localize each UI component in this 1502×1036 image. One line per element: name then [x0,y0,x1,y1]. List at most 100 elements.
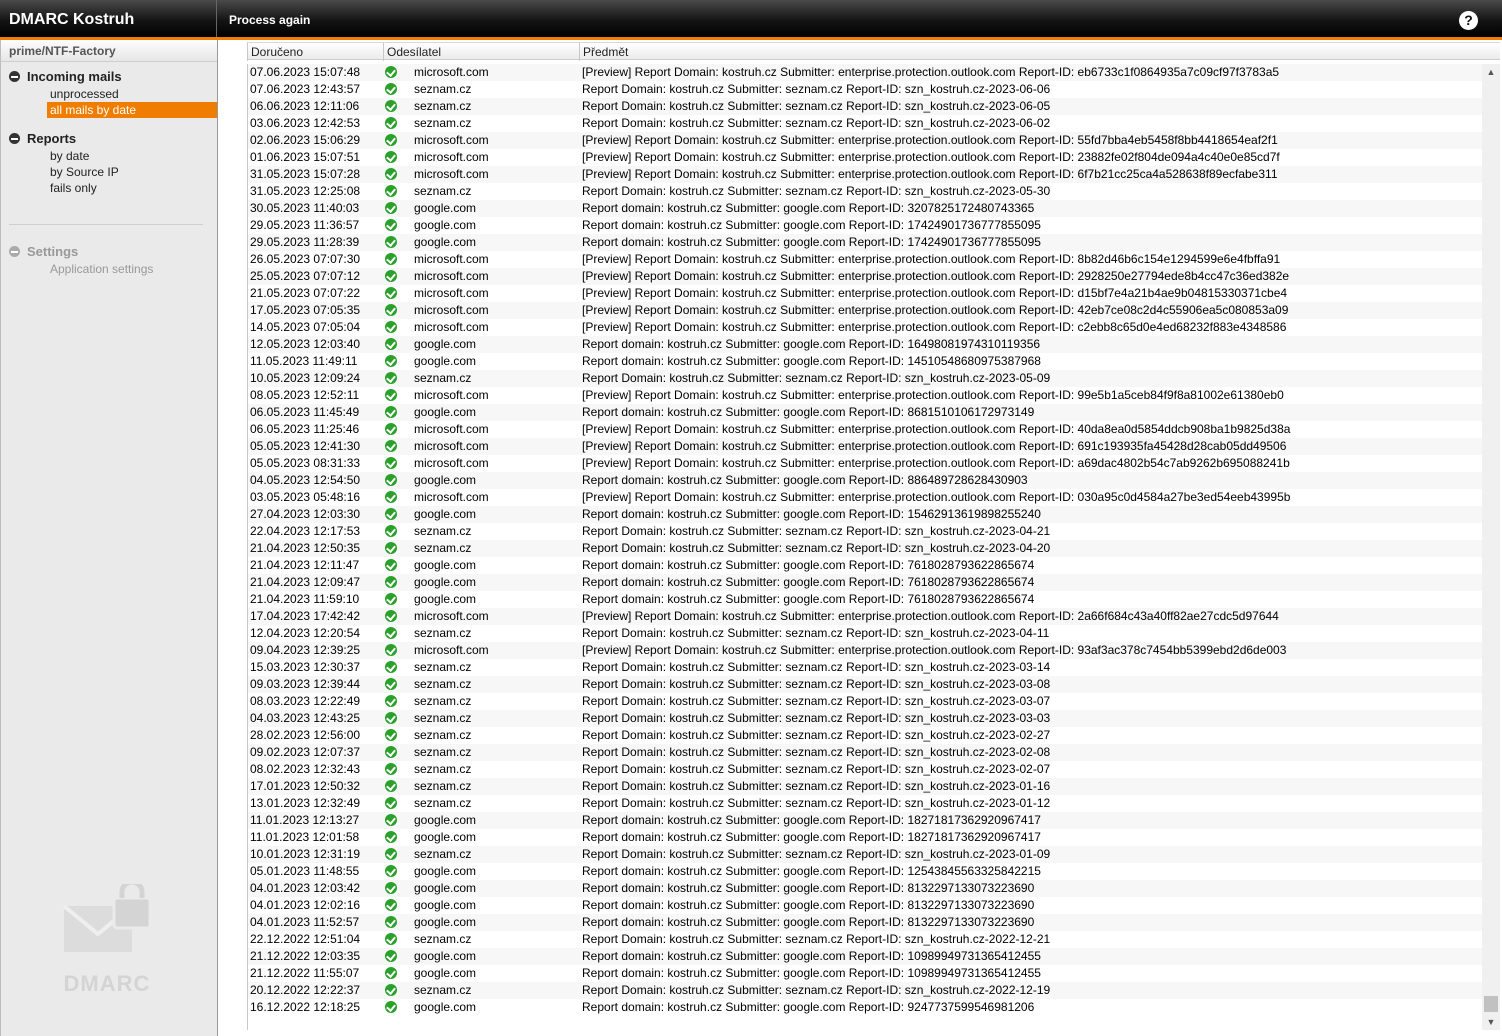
sender-cell: seznam.cz [414,932,472,946]
table-row[interactable]: 06.06.2023 12:11:06 seznam.cz Report Domai… [248,98,1482,115]
table-row[interactable]: 04.01.2023 12:03:42 google.com Report doma… [248,880,1482,897]
scroll-up-icon[interactable]: ▲ [1482,64,1500,80]
table-row[interactable]: 29.05.2023 11:28:39 google.com Report doma… [248,234,1482,251]
status-ok-icon [385,389,397,401]
collapse-icon[interactable] [9,71,20,82]
table-row[interactable]: 08.03.2023 12:22:49 seznam.cz Report Domai… [248,693,1482,710]
table-row[interactable]: 17.01.2023 12:50:32 seznam.cz Report Domai… [248,778,1482,795]
collapse-icon[interactable] [9,133,20,144]
delivered-cell: 15.03.2023 12:30:37 [250,660,361,674]
table-row[interactable]: 04.01.2023 11:52:57 google.com Report doma… [248,914,1482,931]
nav-item-by-source-ip[interactable]: by Source IP [1,164,217,180]
table-row[interactable]: 21.12.2022 12:03:35 google.com Report doma… [248,948,1482,965]
table-row[interactable]: 31.05.2023 15:07:28 microsoft.com [Preview… [248,166,1482,183]
sender-cell: seznam.cz [414,694,472,708]
table-row[interactable]: 07.06.2023 12:43:57 seznam.cz Report Domai… [248,81,1482,98]
status-ok-icon [385,117,397,129]
top-bar: DMARC Kostruh Process again ? [0,0,1502,40]
table-row[interactable]: 06.05.2023 11:25:46 microsoft.com [Preview… [248,421,1482,438]
nav-item-by-date[interactable]: by date [1,148,217,164]
table-row[interactable]: 22.12.2022 12:51:04 seznam.cz Report Domai… [248,931,1482,948]
table-row[interactable]: 11.05.2023 11:49:11 google.com Report doma… [248,353,1482,370]
table-row[interactable]: 03.06.2023 12:42:53 seznam.cz Report Domai… [248,115,1482,132]
nav-item-unprocessed[interactable]: unprocessed [1,86,217,102]
table-row[interactable]: 01.06.2023 15:07:51 microsoft.com [Preview… [248,149,1482,166]
table-row[interactable]: 03.05.2023 05:48:16 microsoft.com [Preview… [248,489,1482,506]
process-again-button[interactable]: Process again [229,0,310,37]
delivered-cell: 03.05.2023 05:48:16 [250,490,361,504]
table-row[interactable]: 07.06.2023 15:07:48 microsoft.com [Preview… [248,64,1482,81]
table-row[interactable]: 21.12.2022 11:55:07 google.com Report doma… [248,965,1482,982]
subject-cell: [Preview] Report Domain: kostruh.cz Subm… [582,643,1287,657]
section-header-settings[interactable]: Settings [1,243,217,261]
subject-cell: [Preview] Report Domain: kostruh.cz Subm… [582,303,1289,317]
status-ok-icon [385,474,397,486]
table-row[interactable]: 21.05.2023 07:07:22 microsoft.com [Preview… [248,285,1482,302]
table-row[interactable]: 08.05.2023 12:52:11 microsoft.com [Preview… [248,387,1482,404]
table-row[interactable]: 04.05.2023 12:54:50 google.com Report doma… [248,472,1482,489]
table-row[interactable]: 05.01.2023 11:48:55 google.com Report doma… [248,863,1482,880]
table-row[interactable]: 05.05.2023 12:41:30 microsoft.com [Preview… [248,438,1482,455]
table-row[interactable]: 06.05.2023 11:45:49 google.com Report doma… [248,404,1482,421]
nav-item-all-mails-by-date[interactable]: all mails by date [47,102,217,118]
delivered-cell: 09.02.2023 12:07:37 [250,745,361,759]
scroll-thumb[interactable] [1484,996,1498,1012]
nav-item-fails-only[interactable]: fails only [1,180,217,196]
table-row[interactable]: 04.03.2023 12:43:25 seznam.cz Report Domai… [248,710,1482,727]
table-row[interactable]: 28.02.2023 12:56:00 seznam.cz Report Domai… [248,727,1482,744]
table-row[interactable]: 17.04.2023 17:42:42 microsoft.com [Preview… [248,608,1482,625]
table-row[interactable]: 21.04.2023 12:50:35 seznam.cz Report Domai… [248,540,1482,557]
table-row[interactable]: 27.04.2023 12:03:30 google.com Report doma… [248,506,1482,523]
vertical-scrollbar[interactable]: ▲ ▼ [1482,64,1500,1030]
table-row[interactable]: 25.05.2023 07:07:12 microsoft.com [Preview… [248,268,1482,285]
table-row[interactable]: 30.05.2023 11:40:03 google.com Report doma… [248,200,1482,217]
table-row[interactable]: 04.01.2023 12:02:16 google.com Report doma… [248,897,1482,914]
table-row[interactable]: 12.04.2023 12:20:54 seznam.cz Report Domai… [248,625,1482,642]
collapse-icon[interactable] [9,246,20,257]
mail-list: 07.06.2023 15:07:48 microsoft.com [Preview… [247,64,1482,1030]
table-row[interactable]: 02.06.2023 15:06:29 microsoft.com [Preview… [248,132,1482,149]
subject-cell: [Preview] Report Domain: kostruh.cz Subm… [582,133,1278,147]
subject-cell: Report Domain: kostruh.cz Submitter: sez… [582,371,1051,385]
table-row[interactable]: 15.03.2023 12:30:37 seznam.cz Report Domai… [248,659,1482,676]
section-header-reports[interactable]: Reports [1,130,217,148]
table-row[interactable]: 17.05.2023 07:05:35 microsoft.com [Preview… [248,302,1482,319]
subject-cell: Report domain: kostruh.cz Submitter: goo… [582,218,1041,232]
delivered-cell: 04.01.2023 11:52:57 [250,915,360,929]
table-row[interactable]: 09.04.2023 12:39:25 microsoft.com [Preview… [248,642,1482,659]
table-row[interactable]: 12.05.2023 12:03:40 google.com Report doma… [248,336,1482,353]
table-row[interactable]: 22.04.2023 12:17:53 seznam.cz Report Domai… [248,523,1482,540]
table-row[interactable]: 21.04.2023 12:09:47 google.com Report doma… [248,574,1482,591]
table-row[interactable]: 10.01.2023 12:31:19 seznam.cz Report Domai… [248,846,1482,863]
table-row[interactable]: 11.01.2023 12:13:27 google.com Report doma… [248,812,1482,829]
sender-cell: seznam.cz [414,711,472,725]
column-header-subject[interactable]: Předmět [579,43,1500,61]
sender-cell: seznam.cz [414,677,472,691]
table-row[interactable]: 14.05.2023 07:05:04 microsoft.com [Preview… [248,319,1482,336]
table-row[interactable]: 16.12.2022 12:18:25 google.com Report doma… [248,999,1482,1016]
subject-cell: Report domain: kostruh.cz Submitter: goo… [582,405,1035,419]
table-row[interactable]: 21.04.2023 12:11:47 google.com Report doma… [248,557,1482,574]
status-ok-icon [385,627,397,639]
table-row[interactable]: 31.05.2023 12:25:08 seznam.cz Report Domai… [248,183,1482,200]
table-row[interactable]: 20.12.2022 12:22:37 seznam.cz Report Domai… [248,982,1482,999]
table-row[interactable]: 13.01.2023 12:32:49 seznam.cz Report Domai… [248,795,1482,812]
table-row[interactable]: 09.02.2023 12:07:37 seznam.cz Report Domai… [248,744,1482,761]
section-header-incoming-mails[interactable]: Incoming mails [1,68,217,86]
nav-item-application-settings[interactable]: Application settings [1,261,217,277]
column-header-delivered[interactable]: Doručeno [247,43,383,61]
table-row[interactable]: 09.03.2023 12:39:44 seznam.cz Report Domai… [248,676,1482,693]
table-row[interactable]: 21.04.2023 11:59:10 google.com Report doma… [248,591,1482,608]
table-row[interactable]: 08.02.2023 12:32:43 seznam.cz Report Domai… [248,761,1482,778]
table-header: Doručeno Odesílatel Předmět [247,42,1500,61]
column-header-sender[interactable]: Odesílatel [383,43,581,61]
table-row[interactable]: 26.05.2023 07:07:30 microsoft.com [Preview… [248,251,1482,268]
table-row[interactable]: 29.05.2023 11:36:57 google.com Report doma… [248,217,1482,234]
table-row[interactable]: 10.05.2023 12:09:24 seznam.cz Report Domai… [248,370,1482,387]
help-icon[interactable]: ? [1459,11,1478,30]
table-row[interactable]: 05.05.2023 08:31:33 microsoft.com [Preview… [248,455,1482,472]
table-row[interactable]: 11.01.2023 12:01:58 google.com Report doma… [248,829,1482,846]
status-ok-icon [385,168,397,180]
status-ok-icon [385,746,397,758]
scroll-down-icon[interactable]: ▼ [1482,1014,1500,1030]
